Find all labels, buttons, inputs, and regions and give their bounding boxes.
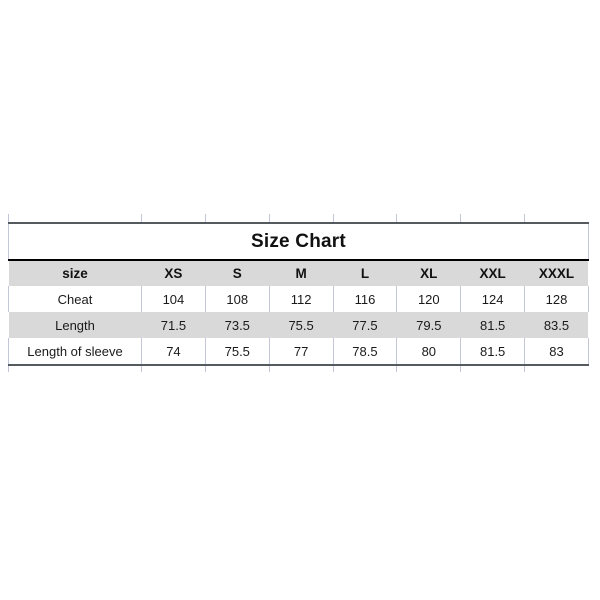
grid-stub (204, 214, 270, 223)
grid-stub (396, 364, 461, 372)
table-row: Cheat 104 108 112 116 120 124 128 (8, 286, 589, 312)
row-label-length: Length (8, 312, 142, 338)
grid-stub (524, 364, 589, 372)
cell-length-xxl: 81.5 (460, 312, 525, 338)
table-row: Length 71.5 73.5 75.5 77.5 79.5 81.5 83.… (8, 312, 589, 338)
cell-sleeve-xxxl: 83 (524, 338, 589, 365)
page-title: Size Chart (250, 230, 346, 252)
size-chart-container: Size Chart size XS S M L XL XXL XXXL Che… (8, 214, 589, 377)
cell-sleeve-l: 78.5 (332, 338, 397, 365)
grid-stub (524, 214, 589, 223)
chart-title-row: Size Chart (8, 222, 589, 261)
row-label-length-of-sleeve: Length of sleeve (8, 338, 142, 365)
header-label-size: size (8, 260, 142, 286)
cell-length-m: 75.5 (269, 312, 334, 338)
cell-cheat-l: 116 (332, 286, 397, 312)
cell-cheat-xs: 104 (141, 286, 206, 312)
header-size-xs: XS (141, 260, 206, 286)
header-size-s: S (205, 260, 270, 286)
cell-sleeve-xl: 80 (396, 338, 461, 365)
grid-stub (141, 214, 206, 223)
size-chart-table: Size Chart size XS S M L XL XXL XXXL Che… (8, 214, 589, 372)
grid-stub (332, 364, 397, 372)
header-size-m: M (269, 260, 334, 286)
grid-stub (8, 214, 142, 223)
cell-length-xxxl: 83.5 (524, 312, 589, 338)
header-size-xxl: XXL (460, 260, 525, 286)
cell-length-xl: 79.5 (396, 312, 461, 338)
cell-length-s: 73.5 (205, 312, 270, 338)
cell-cheat-xxxl: 128 (524, 286, 589, 312)
cell-sleeve-s: 75.5 (204, 338, 270, 365)
cell-sleeve-xxl: 81.5 (460, 338, 525, 365)
column-header-row: size XS S M L XL XXL XXXL (8, 260, 589, 286)
cell-cheat-xl: 120 (396, 286, 461, 312)
top-grid-stub-row (8, 214, 589, 223)
header-size-xl: XL (396, 260, 461, 286)
grid-stub (460, 214, 525, 223)
grid-stub (268, 214, 334, 223)
bottom-grid-stub-row (8, 364, 589, 372)
row-label-cheat: Cheat (8, 286, 142, 312)
grid-stub (396, 214, 461, 223)
cell-sleeve-xs: 74 (141, 338, 206, 365)
cell-cheat-xxl: 124 (460, 286, 525, 312)
header-size-xxxl: XXXL (524, 260, 589, 286)
grid-stub (8, 364, 142, 372)
grid-stub (141, 364, 206, 372)
grid-stub (332, 214, 397, 223)
cell-cheat-m: 112 (268, 286, 334, 312)
grid-stub (268, 364, 334, 372)
header-size-l: L (333, 260, 397, 286)
size-chart-body: Size Chart size XS S M L XL XXL XXXL Che… (8, 214, 589, 372)
cell-sleeve-m: 77 (268, 338, 334, 365)
cell-cheat-s: 108 (204, 286, 270, 312)
cell-length-l: 77.5 (333, 312, 397, 338)
table-row: Length of sleeve 74 75.5 77 78.5 80 81.5… (8, 338, 589, 365)
chart-title-cell: Size Chart (8, 222, 589, 261)
cell-length-xs: 71.5 (141, 312, 206, 338)
grid-stub (460, 364, 525, 372)
grid-stub (204, 364, 270, 372)
